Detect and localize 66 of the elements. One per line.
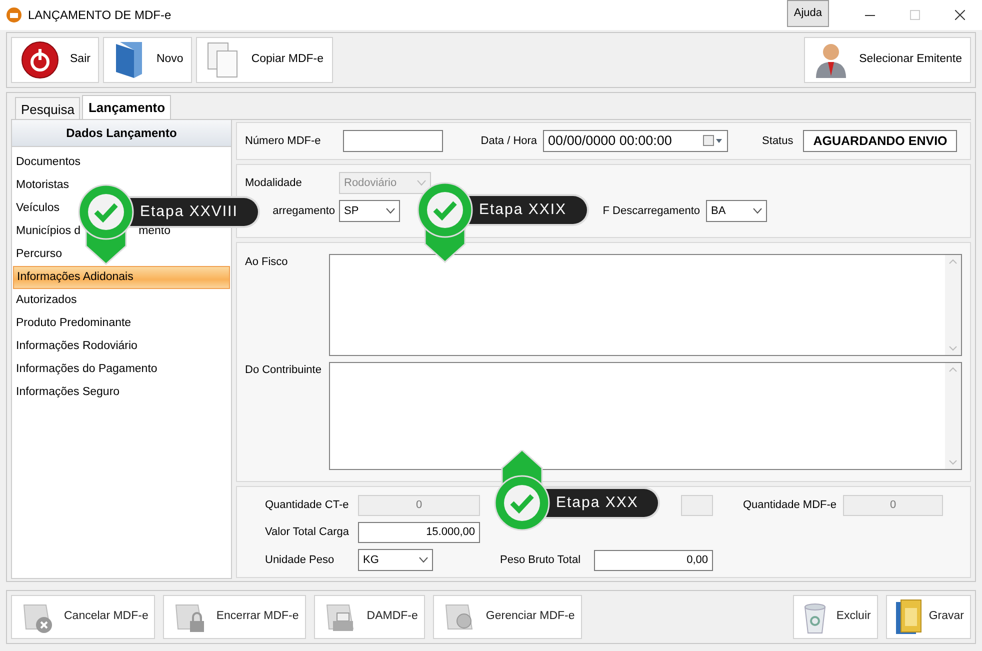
sidebar-item[interactable]: Veículos	[13, 197, 60, 220]
text-area[interactable]	[329, 362, 962, 470]
tab[interactable]: Pesquisa	[15, 97, 80, 119]
input-field[interactable]: 15.000,00	[358, 522, 480, 543]
field-label: Unidade Peso	[264, 552, 336, 568]
calendar-icon	[703, 135, 724, 147]
readonly-field: 0	[843, 495, 943, 516]
action-button[interactable]: Excluir	[793, 595, 878, 639]
action-button[interactable]: Encerrar MDF-e	[163, 595, 306, 639]
sidebar-item[interactable]: Percurso	[13, 243, 62, 266]
field-label: Valor Total Carga	[264, 525, 350, 540]
field-label: Do Contribuinte	[245, 363, 322, 378]
sidebar-item[interactable]: Informações Adidonais	[13, 266, 230, 289]
scroll-up-icon	[949, 259, 957, 264]
sidebar-item[interactable]: Informações Seguro	[13, 381, 120, 404]
field-label: Data / Hora	[480, 134, 538, 149]
action-button[interactable]: DAMDF-e	[314, 595, 425, 639]
readonly-field	[681, 495, 713, 516]
datetime-field[interactable]: 00/00/0000 00:00:00	[543, 130, 728, 152]
item-label: Municípios d	[16, 224, 81, 239]
action-button[interactable]: Gravar	[886, 595, 971, 639]
sidebar-header: Dados Lançamento	[12, 120, 231, 147]
toolbar-button[interactable]: Selecionar Emitente	[804, 37, 971, 83]
scrollbar[interactable]	[945, 363, 961, 469]
app-logo-icon	[6, 7, 22, 23]
toolbar-button[interactable]: Sair	[11, 37, 100, 83]
close-icon	[954, 10, 964, 20]
text-area[interactable]	[329, 254, 962, 356]
dropdown[interactable]: SP	[339, 200, 400, 222]
field-label: F Descarregamento	[602, 204, 700, 217]
action-button[interactable]: Gerenciar MDF-e	[432, 595, 582, 639]
help-button[interactable]: Ajuda	[786, 0, 829, 27]
readonly-field: 0	[358, 495, 480, 516]
scrollbar[interactable]	[945, 255, 961, 355]
window-title: LANÇAMENTO DE MDF-e	[28, 7, 172, 24]
field-label: Quantidade CT-e	[264, 498, 350, 514]
field-label: Ao Fisco	[245, 255, 289, 270]
caret-icon	[419, 557, 428, 563]
field-label: Quantidade MDF-e	[742, 498, 838, 514]
field-label: Status	[762, 134, 794, 149]
dropdown[interactable]: BA	[706, 200, 767, 222]
caret-icon	[753, 208, 762, 214]
field-label: Modalidade	[245, 176, 303, 191]
action-button[interactable]: Cancelar MDF-e	[11, 595, 156, 639]
caret-icon	[386, 208, 395, 214]
scroll-up-icon	[949, 367, 957, 372]
input-field[interactable]: 0,00	[594, 550, 713, 570]
toolbar-button[interactable]: Novo	[103, 37, 192, 83]
sidebar-item[interactable]: Informações Rodoviário	[13, 335, 138, 358]
caret-icon	[417, 180, 426, 186]
number-field[interactable]	[342, 130, 443, 152]
power-icon	[20, 40, 60, 80]
sidebar-item[interactable]: Produto Predominante	[13, 312, 132, 335]
field-label: arregamento	[272, 204, 335, 217]
status-field: AGUARDANDO ENVIO	[803, 130, 958, 152]
field-label: Peso Bruto Total	[500, 552, 581, 568]
tab[interactable]: Lançamento	[82, 95, 172, 119]
dropdown[interactable]: KG	[358, 549, 433, 571]
sidebar-item[interactable]: Motoristas	[13, 174, 70, 197]
sidebar-item[interactable]: Autorizados	[13, 289, 77, 312]
scroll-down-icon	[949, 460, 957, 465]
sidebar-item[interactable]: Informações do Pagamento	[13, 358, 158, 381]
field-label: Número MDF-e	[245, 134, 321, 149]
toolbar-button[interactable]: Copiar MDF-e	[196, 37, 333, 83]
sidebar-item[interactable]: Documentos	[13, 151, 81, 174]
scroll-down-icon	[949, 346, 957, 351]
